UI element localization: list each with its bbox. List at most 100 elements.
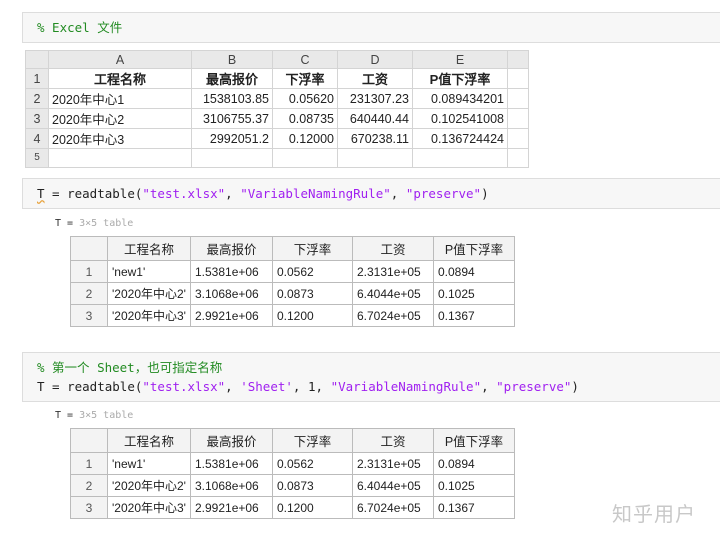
table-size: 3×5 table — [79, 410, 134, 421]
cell: 0.0894 — [433, 260, 515, 283]
code-cell-2[interactable]: T = readtable("test.xlsx", "VariableNami… — [22, 178, 720, 209]
cell: 640440.44 — [337, 108, 413, 129]
row-index: 2 — [70, 282, 108, 305]
table-row: 2'2020年中心2' 3.1068e+06 0.0873 6.4044e+05 0.1… — [70, 474, 515, 497]
cell: 1538103.85 — [191, 88, 273, 109]
table-row: 1'new1' 1.5381e+06 0.0562 2.3131e+05 0.0894 — [70, 260, 515, 283]
fn: readtable( — [67, 186, 143, 201]
cell: 0.05620 — [272, 88, 338, 109]
cell: 1.5381e+06 — [190, 452, 273, 475]
cell: 6.4044e+05 — [352, 474, 434, 497]
corner — [70, 428, 108, 453]
arg: 'Sheet' — [240, 379, 293, 394]
arg: "test.xlsx" — [142, 379, 226, 394]
corner — [25, 50, 49, 69]
cell: 0.089434201 — [412, 88, 508, 109]
cell: 3.1068e+06 — [190, 474, 273, 497]
cell: 2.3131e+05 — [352, 452, 434, 475]
col-extra — [507, 50, 529, 69]
cell: 231307.23 — [337, 88, 413, 109]
col-header: 工程名称 — [107, 428, 191, 453]
col-letter: B — [191, 50, 273, 69]
cell: 0.1025 — [433, 282, 515, 305]
col-letter: D — [337, 50, 413, 69]
cell: 0.1200 — [272, 496, 353, 519]
cell: 0.136724424 — [412, 128, 508, 149]
col-letter: E — [412, 50, 508, 69]
arg: "VariableNamingRule" — [240, 186, 391, 201]
row-number: 4 — [25, 128, 49, 149]
cell: '2020年中心3' — [107, 496, 191, 519]
cell: 0.1025 — [433, 474, 515, 497]
cell: 2.9921e+06 — [190, 304, 273, 327]
cell: 2992051.2 — [191, 128, 273, 149]
cell: 2020年中心3 — [48, 128, 192, 149]
var: T — [37, 379, 45, 394]
arg: "VariableNamingRule" — [330, 379, 482, 394]
cell: 6.7024e+05 — [352, 304, 434, 327]
col-header: 工程名称 — [107, 236, 191, 261]
output-label: T = 3×5 table — [55, 218, 133, 229]
cell: '2020年中心2' — [107, 282, 191, 305]
cell: 2.9921e+06 — [190, 496, 273, 519]
cell: 0.1367 — [433, 304, 515, 327]
cell: 0.0562 — [272, 260, 353, 283]
table-row: 2'2020年中心2' 3.1068e+06 0.0873 6.4044e+05 0.1… — [70, 282, 515, 305]
code-cell-3[interactable]: % 第一个 Sheet，也可指定名称 T = readtable("test.x… — [22, 352, 720, 402]
cell: '2020年中心3' — [107, 304, 191, 327]
cell: 2020年中心2 — [48, 108, 192, 129]
cell: 0.0873 — [272, 474, 353, 497]
col-header: 最高报价 — [190, 236, 273, 261]
row-index: 2 — [70, 474, 108, 497]
col-letter: A — [48, 50, 192, 69]
col-header: P值下浮率 — [433, 428, 515, 453]
table-size: 3×5 table — [79, 218, 134, 229]
header-cell: 工资 — [337, 68, 413, 89]
row-number: 5 — [25, 148, 49, 168]
header-cell: P值下浮率 — [412, 68, 508, 89]
col-header: 工资 — [352, 236, 434, 261]
code-cell-1[interactable]: % Excel 文件 — [22, 12, 720, 43]
comment: % 第一个 Sheet，也可指定名称 — [37, 360, 223, 375]
cell: 1.5381e+06 — [190, 260, 273, 283]
row-number: 2 — [25, 88, 49, 109]
arg: "preserve" — [496, 379, 572, 394]
row-number: 3 — [25, 108, 49, 129]
header-cell: 工程名称 — [48, 68, 192, 89]
output-label: T = 3×5 table — [55, 410, 133, 421]
col-header: P值下浮率 — [433, 236, 515, 261]
cell: 3.1068e+06 — [190, 282, 273, 305]
fn: readtable( — [67, 379, 143, 394]
cell: 0.0873 — [272, 282, 353, 305]
cell: 'new1' — [107, 260, 191, 283]
row-index: 1 — [70, 452, 108, 475]
var-label: T = — [55, 410, 74, 421]
watermark: 知乎用户 — [612, 502, 696, 526]
cell: 'new1' — [107, 452, 191, 475]
cell: 0.1200 — [272, 304, 353, 327]
cell: 0.102541008 — [412, 108, 508, 129]
arg: "preserve" — [405, 186, 482, 201]
cell: 2.3131e+05 — [352, 260, 434, 283]
var: T — [37, 186, 45, 201]
table-row: 1'new1' 1.5381e+06 0.0562 2.3131e+05 0.0894 — [70, 452, 515, 475]
arg: "test.xlsx" — [142, 186, 226, 201]
cell: 0.12000 — [272, 128, 338, 149]
col-header: 下浮率 — [272, 428, 353, 453]
corner — [70, 236, 108, 261]
cell: 0.0562 — [272, 452, 353, 475]
output-table-2: 工程名称 最高报价 下浮率 工资 P值下浮率 1'new1' 1.5381e+06… — [70, 428, 515, 519]
row-index: 3 — [70, 304, 108, 327]
table-row: 3'2020年中心3' 2.9921e+06 0.1200 6.7024e+05 0.1… — [70, 304, 515, 327]
row-index: 1 — [70, 260, 108, 283]
table-row: 3'2020年中心3' 2.9921e+06 0.1200 6.7024e+05 0.1… — [70, 496, 515, 519]
arg: 1 — [307, 379, 316, 394]
header-cell: 最高报价 — [191, 68, 273, 89]
cell: 670238.11 — [337, 128, 413, 149]
cell: 6.7024e+05 — [352, 496, 434, 519]
cell: 3106755.37 — [191, 108, 273, 129]
excel-screenshot: A B C D E 1 工程名称 最高报价 下浮率 工资 P值下浮率 2 202… — [25, 50, 529, 168]
col-header: 下浮率 — [272, 236, 353, 261]
col-letter: C — [272, 50, 338, 69]
col-header: 工资 — [352, 428, 434, 453]
